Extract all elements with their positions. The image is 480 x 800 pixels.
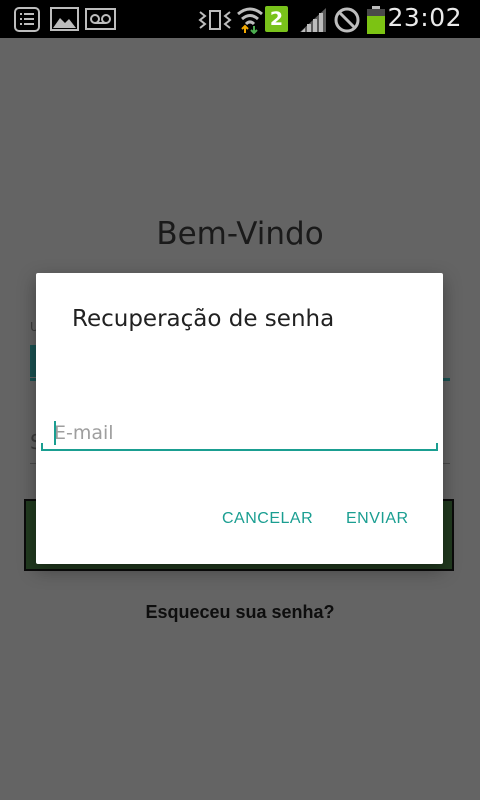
sim-badge: 2 xyxy=(269,8,284,30)
email-underline xyxy=(41,449,438,451)
sim-2-icon: 2 xyxy=(265,6,288,32)
cancel-button[interactable]: CANCELAR xyxy=(222,510,313,528)
forgot-password-link[interactable]: Esqueceu sua senha? xyxy=(0,602,480,623)
no-sync-icon xyxy=(334,7,360,33)
status-bar: 2 23:02 xyxy=(0,0,480,38)
text-cursor xyxy=(54,421,56,445)
email-field[interactable] xyxy=(42,413,436,453)
email-underline-right-tick xyxy=(436,443,438,451)
send-button[interactable]: ENVIAR xyxy=(346,510,409,528)
vibrate-icon xyxy=(198,10,232,30)
notes-icon xyxy=(14,7,40,32)
wifi-icon xyxy=(237,7,263,34)
signal-icon xyxy=(300,8,326,32)
password-recovery-dialog: Recuperação de senha CANCELAR ENVIAR xyxy=(36,273,443,564)
email-underline-left-tick xyxy=(41,443,43,451)
voicemail-icon xyxy=(85,8,116,30)
welcome-title: Bem-Vindo xyxy=(156,216,324,252)
battery-icon xyxy=(367,6,385,34)
clock: 23:02 xyxy=(387,3,462,32)
dialog-title: Recuperação de senha xyxy=(72,306,335,332)
image-icon xyxy=(50,7,79,31)
